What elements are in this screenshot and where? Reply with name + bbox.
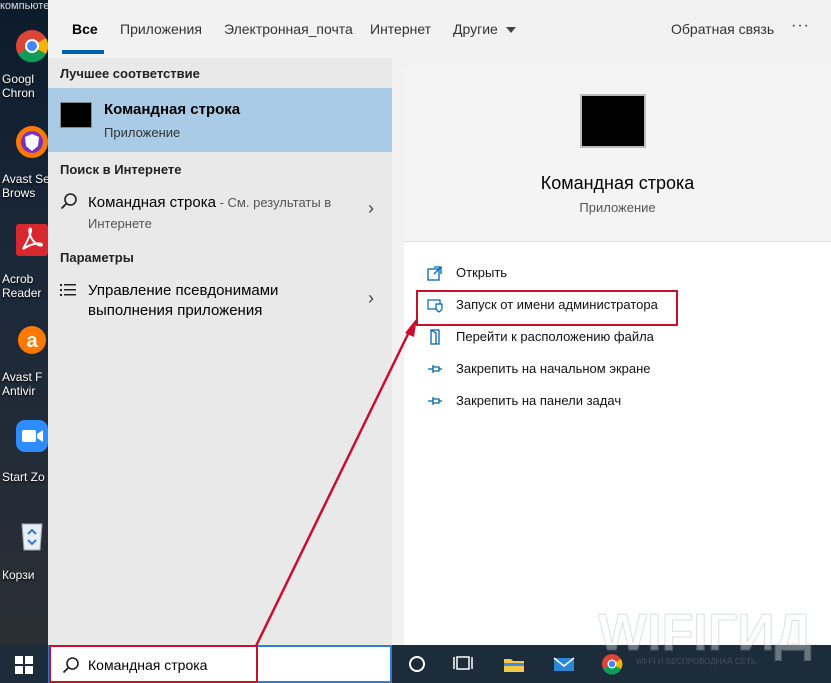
annotation-arrow bbox=[254, 318, 417, 647]
watermark-subtext: WI-FI И БЕСПРОВОДНАЯ СЕТЬ bbox=[636, 657, 756, 666]
wifigid-watermark: WIFIГИД WI-FI И БЕСПРОВОДНАЯ СЕТЬ bbox=[598, 604, 812, 667]
watermark-text: WIFIГИД bbox=[598, 604, 812, 662]
